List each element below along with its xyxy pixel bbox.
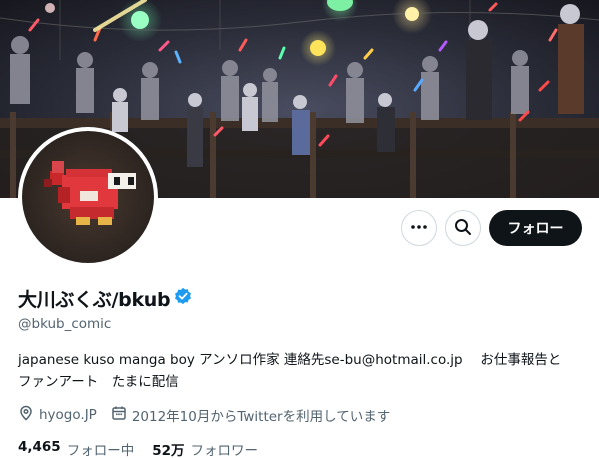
joined-text: 2012年10月からTwitterを利用しています (131, 409, 391, 425)
following-count: 4,465 (18, 439, 61, 455)
followers-label: フォロワー (190, 443, 259, 458)
verified-icon[interactable] (174, 287, 192, 309)
name-row: 大川ぶくぶ/bkub (18, 284, 588, 312)
display-name: 大川ぶくぶ/bkub (18, 288, 171, 311)
location-text: hyogo.JP (39, 407, 97, 423)
bio: japanese kuso manga boy アンソロ作家 連絡先se-bu@… (18, 352, 562, 390)
profile-meta: hyogo.JP 2012年10月からTwitterを利用しています (18, 405, 588, 425)
location-icon (18, 405, 34, 425)
avatar-pixel-bird (44, 161, 136, 225)
handle: @bkub_comic (18, 316, 112, 332)
followers-link[interactable]: 52万 フォロワー (152, 439, 258, 458)
calendar-icon (111, 405, 127, 425)
joined-date: 2012年10月からTwitterを利用しています (111, 405, 390, 425)
profile-info: 大川ぶくぶ/bkub @bkub_comic japanese kuso man… (18, 284, 588, 458)
search-button[interactable] (445, 210, 481, 246)
more-icon (410, 218, 428, 239)
following-label: フォロー中 (66, 443, 135, 458)
profile-avatar[interactable] (18, 127, 158, 267)
followers-count: 52万 (152, 443, 185, 458)
follow-stats: 4,465 フォロー中 52万 フォロワー (18, 439, 588, 458)
location: hyogo.JP (18, 405, 97, 425)
profile-action-bar: フォロー (401, 210, 582, 246)
following-link[interactable]: 4,465 フォロー中 (18, 439, 134, 458)
more-button[interactable] (401, 210, 437, 246)
search-icon (454, 218, 472, 239)
follow-button[interactable]: フォロー (489, 210, 582, 246)
